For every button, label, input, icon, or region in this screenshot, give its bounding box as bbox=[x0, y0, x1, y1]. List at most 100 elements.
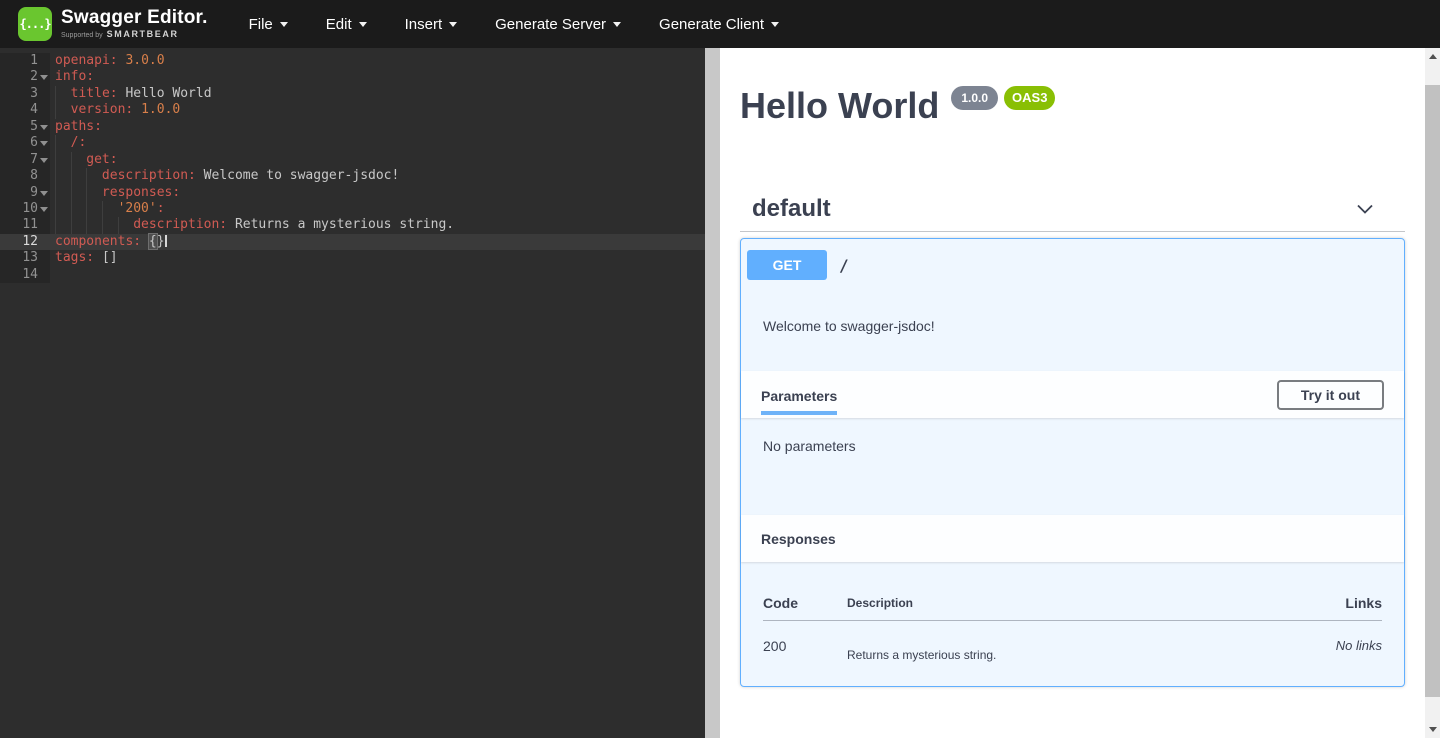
code-line-14[interactable]: 14 bbox=[0, 267, 705, 283]
menu-edit[interactable]: Edit bbox=[307, 0, 386, 48]
code-token: Returns a mysterious string. bbox=[235, 217, 454, 232]
operation-description: Welcome to swagger-jsdoc! bbox=[741, 291, 1404, 371]
caret-down-icon bbox=[359, 22, 367, 31]
code-text: title: Hello World bbox=[50, 86, 705, 102]
gutter-cell: 4 bbox=[0, 102, 50, 118]
line-number: 11 bbox=[22, 217, 38, 232]
menu-generate-client[interactable]: Generate Client bbox=[640, 0, 798, 48]
code-token bbox=[133, 102, 141, 117]
code-text: responses: bbox=[50, 185, 705, 201]
arrow-up-icon bbox=[1429, 50, 1437, 59]
fold-arrow-icon[interactable] bbox=[40, 75, 48, 84]
code-token: openapi: bbox=[55, 53, 118, 68]
logo-glyph: {...} bbox=[19, 17, 50, 31]
opblock-get: GET / Welcome to swagger-jsdoc! Paramete… bbox=[740, 238, 1405, 687]
menu-insert[interactable]: Insert bbox=[386, 0, 477, 48]
try-it-out-button[interactable]: Try it out bbox=[1277, 380, 1384, 410]
parameters-tab[interactable]: Parameters bbox=[761, 375, 837, 415]
code-line-3[interactable]: 3 title: Hello World bbox=[0, 86, 705, 102]
indent-guide bbox=[55, 217, 71, 233]
indent-guide bbox=[71, 168, 87, 184]
code-line-12[interactable]: 12components: {} bbox=[0, 234, 705, 250]
swagger-editor-logo[interactable]: {...} Swagger Editor. Supported by SMART… bbox=[18, 7, 208, 41]
menu-file[interactable]: File bbox=[230, 0, 307, 48]
version-badge: 1.0.0 bbox=[951, 86, 998, 110]
operation-summary[interactable]: GET / bbox=[741, 239, 1404, 291]
code-token: [] bbox=[102, 250, 118, 265]
code-line-1[interactable]: 1 openapi: 3.0.0 bbox=[0, 53, 705, 69]
fold-arrow-icon[interactable] bbox=[40, 191, 48, 200]
vertical-scrollbar[interactable] bbox=[1425, 48, 1440, 738]
menu-label: Edit bbox=[326, 16, 352, 33]
code-line-6[interactable]: 6 /: bbox=[0, 135, 705, 151]
menu-label: File bbox=[249, 16, 273, 33]
gutter-cell: 6 bbox=[0, 135, 50, 151]
code-line-10[interactable]: 10 '200': bbox=[0, 201, 705, 217]
indent-guide bbox=[86, 217, 102, 233]
code-line-2[interactable]: 2info: bbox=[0, 69, 705, 85]
code-token: title: bbox=[71, 86, 118, 101]
fold-arrow-icon[interactable] bbox=[40, 158, 48, 167]
menu-label: Generate Client bbox=[659, 16, 764, 33]
response-description: Returns a mysterious string. bbox=[847, 621, 1262, 663]
menu-label: Generate Server bbox=[495, 16, 606, 33]
indent-guide bbox=[86, 185, 102, 201]
scroll-down-button[interactable] bbox=[1425, 721, 1440, 738]
swagger-logo-icon: {...} bbox=[18, 7, 52, 41]
tag-section-header[interactable]: default bbox=[740, 186, 1405, 232]
api-title: Hello World bbox=[740, 84, 939, 127]
parameters-body: No parameters bbox=[741, 418, 1404, 515]
brand-title: Swagger Editor. bbox=[61, 8, 208, 28]
menu-bar: File Edit Insert Generate Server Generate Cl… bbox=[230, 0, 799, 48]
code-token: 3.0.0 bbox=[125, 53, 164, 68]
indent-guide bbox=[86, 201, 102, 217]
indent-guide bbox=[55, 201, 71, 217]
yaml-editor[interactable]: 1 openapi: 3.0.02info:3 title: Hello Worl… bbox=[0, 48, 705, 738]
chevron-down-icon[interactable] bbox=[1355, 199, 1375, 219]
fold-arrow-icon[interactable] bbox=[40, 207, 48, 216]
gutter-cell: 13 bbox=[0, 250, 50, 266]
code-text: description: Welcome to swagger-jsdoc! bbox=[50, 168, 705, 184]
code-token bbox=[227, 217, 235, 232]
caret-down-icon bbox=[280, 22, 288, 31]
fold-arrow-icon[interactable] bbox=[40, 125, 48, 134]
code-line-13[interactable]: 13tags: [] bbox=[0, 250, 705, 266]
indent-guide bbox=[102, 217, 118, 233]
code-text: paths: bbox=[50, 119, 705, 135]
code-token: version: bbox=[71, 102, 134, 117]
indent-guide bbox=[55, 135, 71, 151]
scroll-up-button[interactable] bbox=[1425, 48, 1440, 65]
code-token: Hello World bbox=[125, 86, 211, 101]
code-token: description: bbox=[133, 217, 227, 232]
code-line-7[interactable]: 7 get: bbox=[0, 152, 705, 168]
scrollbar-thumb[interactable] bbox=[1425, 85, 1440, 697]
gutter-cell: 3 bbox=[0, 86, 50, 102]
code-token: get: bbox=[86, 152, 117, 167]
gutter-cell: 7 bbox=[0, 152, 50, 168]
indent-guide bbox=[118, 217, 134, 233]
gutter-cell: 11 bbox=[0, 217, 50, 233]
column-header-description: Description bbox=[847, 582, 1262, 621]
indent-guide bbox=[86, 168, 102, 184]
gutter-cell: 5 bbox=[0, 119, 50, 135]
response-row: 200Returns a mysterious string.No links bbox=[763, 621, 1382, 663]
caret-down-icon bbox=[613, 22, 621, 31]
code-line-11[interactable]: 11 description: Returns a mysterious str… bbox=[0, 217, 705, 233]
code-line-4[interactable]: 4 version: 1.0.0 bbox=[0, 102, 705, 118]
code-text: info: bbox=[50, 69, 705, 85]
code-line-8[interactable]: 8 description: Welcome to swagger-jsdoc! bbox=[0, 168, 705, 184]
pane-splitter[interactable] bbox=[705, 48, 720, 738]
code-line-5[interactable]: 5paths: bbox=[0, 119, 705, 135]
code-token: /: bbox=[71, 135, 87, 150]
responses-body: Code Description Links 200Returns a myst… bbox=[741, 562, 1404, 686]
menu-generate-server[interactable]: Generate Server bbox=[476, 0, 640, 48]
indent-guide bbox=[71, 152, 87, 168]
line-number: 12 bbox=[22, 234, 38, 249]
gutter-cell: 1 bbox=[0, 53, 50, 69]
code-line-9[interactable]: 9 responses: bbox=[0, 185, 705, 201]
code-token: info: bbox=[55, 69, 94, 84]
line-number: 3 bbox=[30, 86, 38, 101]
fold-arrow-icon[interactable] bbox=[40, 141, 48, 150]
code-text: version: 1.0.0 bbox=[50, 102, 705, 118]
indent-guide bbox=[55, 102, 71, 118]
